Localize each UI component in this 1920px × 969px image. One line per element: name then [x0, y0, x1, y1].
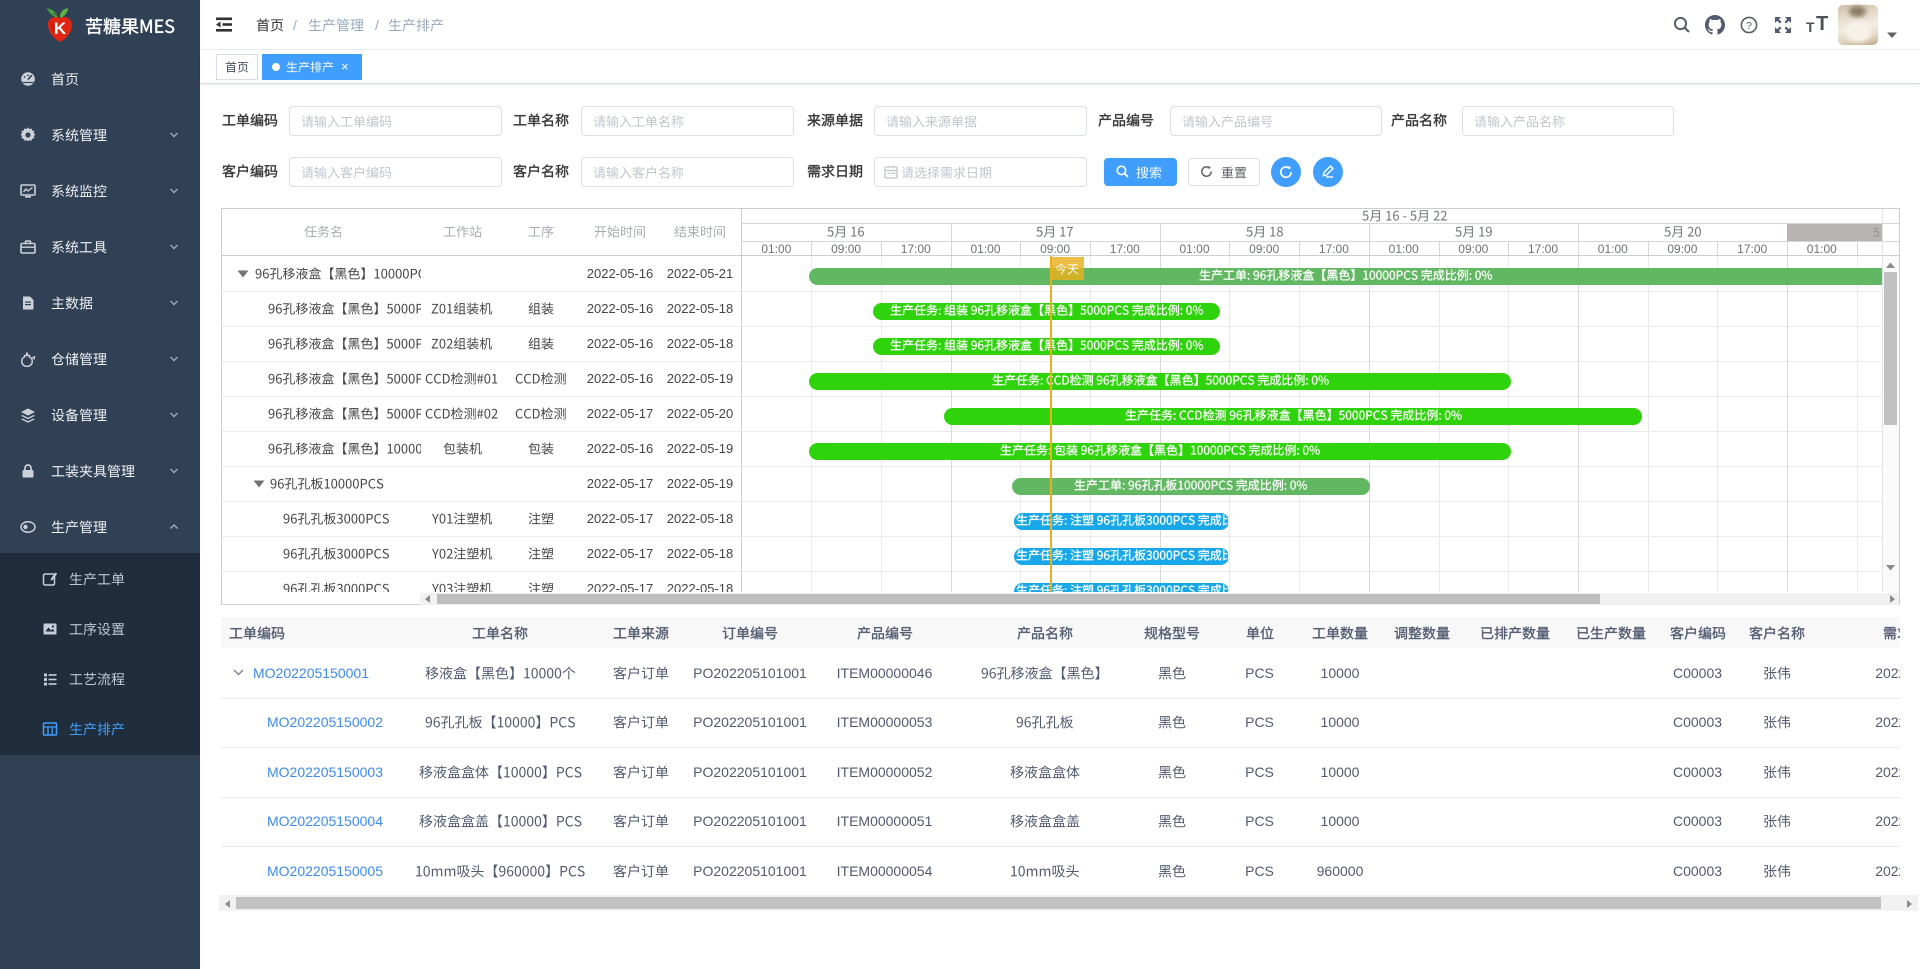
- svg-text:?: ?: [1746, 20, 1752, 32]
- svg-text:K: K: [54, 19, 67, 38]
